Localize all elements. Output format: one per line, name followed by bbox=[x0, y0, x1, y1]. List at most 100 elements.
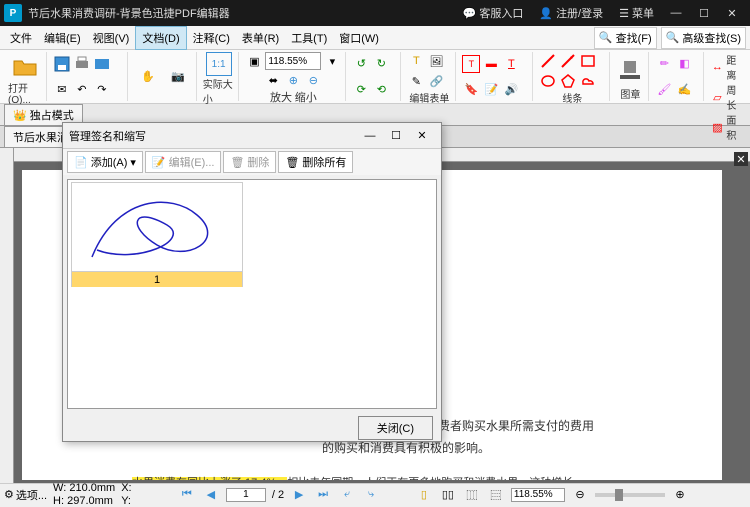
pencil-icon[interactable]: ✏ bbox=[655, 55, 673, 73]
single-page-icon[interactable]: ▯ bbox=[415, 486, 433, 504]
status-zoom-in-icon[interactable]: ⊕ bbox=[671, 486, 689, 504]
add-signature-button[interactable]: 📄添加(A)▾ bbox=[67, 151, 143, 173]
rotate-cw-icon[interactable]: ⟳ bbox=[352, 80, 370, 98]
print-icon[interactable] bbox=[73, 55, 91, 73]
zoom-out-icon[interactable]: ⊖ bbox=[304, 71, 322, 89]
close-panel-icon[interactable]: ✕ bbox=[734, 152, 748, 166]
cloud-icon[interactable] bbox=[579, 72, 597, 90]
email-icon[interactable]: ✉ bbox=[53, 80, 71, 98]
forward-view-icon[interactable]: ⤷ bbox=[362, 486, 380, 504]
text-box-icon[interactable]: T bbox=[462, 55, 480, 73]
menu-view[interactable]: 视图(V) bbox=[87, 27, 136, 49]
rotate-left-icon[interactable]: ↺ bbox=[352, 55, 370, 73]
zoom-slider[interactable] bbox=[595, 493, 665, 497]
gear-icon: ⚙ bbox=[4, 488, 14, 501]
arrow-icon[interactable] bbox=[559, 52, 577, 70]
hand-tool-icon[interactable]: ✋ bbox=[134, 63, 162, 91]
menu-tools[interactable]: 工具(T) bbox=[285, 27, 333, 49]
fit-width-icon[interactable]: ⬌ bbox=[264, 71, 282, 89]
back-view-icon[interactable]: ⤶ bbox=[338, 486, 356, 504]
facing-icon[interactable]: ⿲ bbox=[463, 486, 481, 504]
zoom-slider-thumb[interactable] bbox=[615, 489, 623, 501]
page-number-input[interactable] bbox=[226, 488, 266, 502]
add-icon: 📄 bbox=[74, 156, 88, 169]
body-text-3: 水果消费在同比上涨了 17.4%。相比去年同期，人们正在更多地购买和消费水果。这… bbox=[132, 472, 573, 480]
marker-icon[interactable]: ✍ bbox=[675, 80, 693, 98]
continuous-icon[interactable]: ▯▯ bbox=[439, 486, 457, 504]
menu-link[interactable]: ☰菜单 bbox=[611, 5, 662, 21]
area-icon[interactable]: ▨ bbox=[710, 118, 724, 136]
edit-text-icon[interactable]: T bbox=[407, 52, 425, 70]
options-button[interactable]: ⚙选项... bbox=[4, 487, 47, 503]
dialog-maximize-button[interactable]: ☐ bbox=[383, 126, 409, 146]
save-icon[interactable] bbox=[53, 55, 71, 73]
scan-icon[interactable] bbox=[93, 55, 111, 73]
prev-page-icon[interactable]: ◀ bbox=[202, 486, 220, 504]
login-link[interactable]: 👤注册/登录 bbox=[531, 5, 611, 21]
edit-link-icon[interactable]: 🔗 bbox=[427, 72, 445, 90]
advanced-find-button[interactable]: 🔍高级查找(S) bbox=[661, 27, 746, 49]
brush-icon[interactable]: 🖌 bbox=[655, 80, 673, 98]
menu-forms[interactable]: 表单(R) bbox=[236, 27, 285, 49]
dialog-close-button[interactable]: ✕ bbox=[409, 126, 435, 146]
menu-annotate[interactable]: 注释(C) bbox=[187, 27, 236, 49]
maximize-button[interactable]: ☐ bbox=[690, 3, 718, 23]
edit-signature-button[interactable]: 📝编辑(E)... bbox=[145, 151, 222, 173]
underline-icon[interactable]: T bbox=[502, 55, 520, 73]
dialog-minimize-button[interactable]: — bbox=[357, 126, 383, 146]
edit-image-icon[interactable]: 🖼 bbox=[427, 52, 445, 70]
oval-icon[interactable] bbox=[539, 72, 557, 90]
sound-icon[interactable]: 🔊 bbox=[502, 80, 520, 98]
rotate-ccw-icon[interactable]: ⟲ bbox=[372, 80, 390, 98]
find-button[interactable]: 🔍查找(F) bbox=[594, 27, 657, 49]
fit-page-icon[interactable]: ▣ bbox=[245, 52, 263, 70]
dialog-close-action-button[interactable]: 关闭(C) bbox=[358, 416, 433, 440]
redo-icon[interactable]: ↷ bbox=[93, 80, 111, 98]
next-page-icon[interactable]: ▶ bbox=[290, 486, 308, 504]
zoom-input[interactable] bbox=[265, 52, 321, 70]
status-zoom-input[interactable] bbox=[511, 488, 565, 502]
signature-list[interactable]: 1 bbox=[67, 179, 437, 409]
hamburger-icon: ☰ bbox=[619, 7, 629, 20]
continuous-facing-icon[interactable]: ⿳ bbox=[487, 486, 505, 504]
menu-document[interactable]: 文档(D) bbox=[135, 26, 186, 50]
stamp-icon[interactable] bbox=[616, 55, 644, 83]
edit-object-icon[interactable]: ✎ bbox=[407, 72, 425, 90]
minimize-button[interactable]: — bbox=[662, 3, 690, 23]
snapshot-icon[interactable]: 📷 bbox=[164, 63, 192, 91]
rotate-right-icon[interactable]: ↻ bbox=[372, 55, 390, 73]
distance-icon[interactable]: ↔ bbox=[710, 58, 724, 76]
polygon-icon[interactable] bbox=[559, 72, 577, 90]
highlight-icon[interactable]: ▬ bbox=[482, 55, 500, 73]
dialog-toolbar: 📄添加(A)▾ 📝编辑(E)... 🗑删除 🗑删除所有 bbox=[63, 149, 441, 175]
customer-service-link[interactable]: 💬客服入口 bbox=[455, 5, 532, 21]
delete-all-button[interactable]: 🗑删除所有 bbox=[278, 151, 353, 173]
actual-size-icon[interactable]: 1:1 bbox=[206, 52, 232, 76]
open-icon[interactable] bbox=[11, 52, 39, 80]
line-icon[interactable] bbox=[539, 52, 557, 70]
delete-all-icon: 🗑 bbox=[285, 156, 299, 169]
status-zoom-out-icon[interactable]: ⊖ bbox=[571, 486, 589, 504]
first-page-icon[interactable]: ⏮ bbox=[178, 486, 196, 504]
close-button[interactable]: ✕ bbox=[718, 3, 746, 23]
page-dimensions: W: 210.0mmH: 297.0mm bbox=[53, 483, 115, 507]
zoom-in-icon[interactable]: ⊕ bbox=[284, 71, 302, 89]
last-page-icon[interactable]: ⏭ bbox=[314, 486, 332, 504]
rect-icon[interactable] bbox=[579, 52, 597, 70]
dialog-header[interactable]: 管理签名和缩写 — ☐ ✕ bbox=[63, 123, 441, 149]
strikeout-icon[interactable]: 🔖 bbox=[462, 80, 480, 98]
zoom-dropdown-icon[interactable]: ▾ bbox=[323, 52, 341, 70]
dropdown-icon: ▾ bbox=[130, 156, 136, 169]
actual-size-label: 实际大小 bbox=[203, 76, 235, 106]
stamp-label: 图章 bbox=[620, 86, 640, 101]
dialog-footer: 关闭(C) bbox=[63, 413, 441, 443]
note-icon[interactable]: 📝 bbox=[482, 80, 500, 98]
eraser-icon[interactable]: ◧ bbox=[675, 55, 693, 73]
signature-item[interactable]: 1 bbox=[71, 182, 243, 287]
menu-edit[interactable]: 编辑(E) bbox=[38, 27, 87, 49]
delete-signature-button[interactable]: 🗑删除 bbox=[223, 151, 276, 173]
menu-file[interactable]: 文件 bbox=[4, 27, 38, 49]
undo-icon[interactable]: ↶ bbox=[73, 80, 91, 98]
perimeter-icon[interactable]: ▱ bbox=[710, 88, 724, 106]
menu-window[interactable]: 窗口(W) bbox=[333, 27, 385, 49]
